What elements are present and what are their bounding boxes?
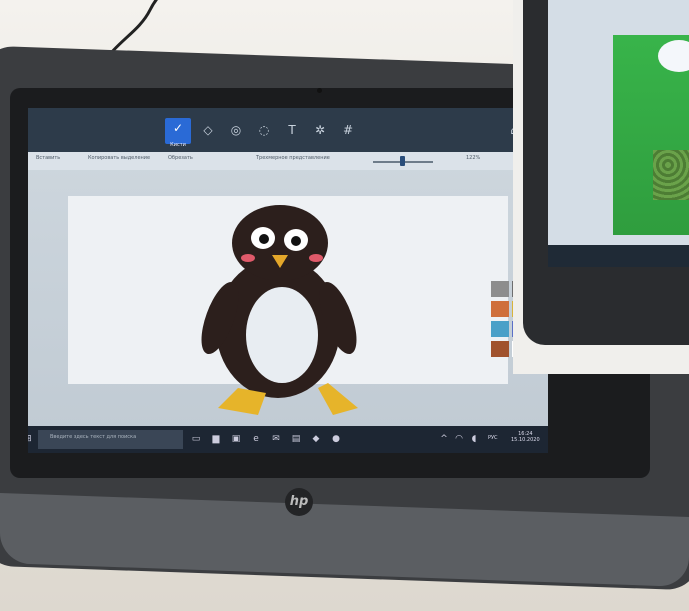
clock-date: 15.10.2020 <box>511 437 540 443</box>
zoom-slider-handle[interactable] <box>400 156 405 166</box>
store-icon[interactable]: ▣ <box>230 433 242 445</box>
volume-icon[interactable]: ◖ <box>468 433 480 445</box>
edge-icon[interactable]: e <box>250 433 262 445</box>
shapes-2d-icon[interactable]: ◇ <box>200 122 216 138</box>
palette-swatch[interactable] <box>491 301 509 317</box>
task-view-icon[interactable]: ▭ <box>190 433 202 445</box>
palette-swatch[interactable] <box>491 341 509 357</box>
stickers-icon[interactable]: ◌ <box>256 122 272 138</box>
hp-logo: hp <box>285 488 313 516</box>
shapes-3d-icon[interactable]: ◎ <box>228 122 244 138</box>
paste-button[interactable]: Вставить <box>36 155 60 161</box>
inset-grass-texture <box>653 150 689 200</box>
language-indicator[interactable]: РУС <box>488 435 498 441</box>
copy-selection-button[interactable]: Копировать выделение <box>88 155 150 161</box>
browser-icon[interactable]: ● <box>330 433 342 445</box>
penguin-drawing <box>201 205 358 415</box>
crop-button[interactable]: Обрезать <box>168 155 193 161</box>
brush-tool-label: Кисти <box>170 142 186 148</box>
3d-view-toggle[interactable]: Трехмерное представление <box>256 155 330 161</box>
palette-swatch[interactable] <box>491 281 509 297</box>
mail-icon[interactable]: ✉ <box>270 433 282 445</box>
windows-taskbar: ⊞ Введите здесь текст для поиска ▭ ▆ ▣ e… <box>28 426 548 453</box>
file-explorer-icon[interactable]: ▆ <box>210 433 222 445</box>
brush-tool-button[interactable]: ✓ <box>165 118 191 144</box>
effects-icon[interactable]: ✲ <box>312 122 328 138</box>
network-icon[interactable]: ◠ <box>453 433 465 445</box>
start-icon[interactable]: ⊞ <box>28 433 34 445</box>
zoom-level: 122% <box>466 155 481 161</box>
paint3d-icon[interactable]: ◆ <box>310 433 322 445</box>
tray-chevron-icon[interactable]: ^ <box>438 433 450 445</box>
canvas-icon[interactable]: # <box>340 122 356 138</box>
app-icon[interactable]: ▤ <box>290 433 302 445</box>
inset-taskbar <box>548 245 689 267</box>
tablet-screen: ✓ Кисти ◇ ◎ ◌ T ✲ # ⌂ Вставить Копироват… <box>28 108 548 453</box>
search-placeholder: Введите здесь текст для поиска <box>50 434 137 440</box>
camera <box>317 88 322 93</box>
inset-photo <box>513 0 689 374</box>
palette-swatch[interactable] <box>491 321 509 337</box>
text-icon[interactable]: T <box>284 122 300 138</box>
clock[interactable]: 16:24 15.10.2020 <box>511 431 540 443</box>
